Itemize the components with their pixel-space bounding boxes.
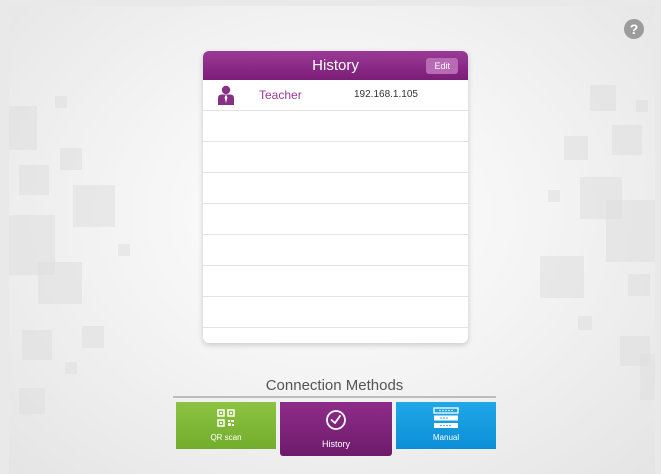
person-icon xyxy=(218,85,234,105)
qr-scan-label: QR scan xyxy=(210,433,242,442)
bg-square xyxy=(548,190,560,202)
bg-square xyxy=(82,326,104,348)
bg-square xyxy=(65,362,77,374)
history-button[interactable]: History xyxy=(280,402,392,456)
help-icon[interactable]: ? xyxy=(624,19,644,39)
keypad-icon xyxy=(433,407,459,428)
empty-row xyxy=(203,173,468,204)
bg-square xyxy=(55,96,67,108)
manual-label: Manual xyxy=(432,433,460,442)
bg-square xyxy=(540,256,584,298)
bg-square xyxy=(73,185,115,227)
history-header: History Edit xyxy=(203,51,468,80)
connection-methods-divider xyxy=(173,396,496,398)
empty-row xyxy=(203,111,468,142)
bg-square xyxy=(19,165,49,195)
history-row[interactable]: Teacher 192.168.1.105 xyxy=(203,80,468,111)
left-edge xyxy=(0,0,9,474)
empty-row xyxy=(203,204,468,235)
bg-square xyxy=(38,262,82,304)
bg-square xyxy=(612,125,642,155)
manual-button[interactable]: Manual xyxy=(396,402,496,449)
bg-square xyxy=(640,354,655,400)
history-list: Teacher 192.168.1.105 xyxy=(203,80,468,343)
qr-scan-button[interactable]: QR scan xyxy=(176,402,276,449)
history-name: Teacher xyxy=(259,88,302,102)
bg-square xyxy=(60,148,82,170)
bg-square xyxy=(118,244,130,256)
edit-button[interactable]: Edit xyxy=(426,58,458,74)
bg-square xyxy=(636,100,648,112)
bg-square xyxy=(628,274,650,296)
empty-row xyxy=(203,297,468,328)
history-panel: History Edit Teacher 192.168.1.105 xyxy=(203,51,468,343)
empty-row xyxy=(203,142,468,173)
bg-square xyxy=(606,200,655,262)
history-button-label: History xyxy=(321,439,350,449)
connection-methods-title: Connection Methods xyxy=(265,377,404,394)
bg-square xyxy=(590,85,616,111)
bg-square xyxy=(578,316,592,330)
bg-square xyxy=(19,388,45,414)
clock-icon xyxy=(326,410,346,430)
history-ip: 192.168.1.105 xyxy=(354,89,418,100)
bg-square xyxy=(22,330,52,360)
empty-row xyxy=(203,328,468,343)
empty-row xyxy=(203,266,468,297)
right-edge xyxy=(655,0,661,474)
empty-row xyxy=(203,235,468,266)
bg-square xyxy=(9,106,37,150)
top-edge xyxy=(0,0,661,6)
bg-square xyxy=(564,136,588,160)
qr-code-icon xyxy=(217,409,235,427)
